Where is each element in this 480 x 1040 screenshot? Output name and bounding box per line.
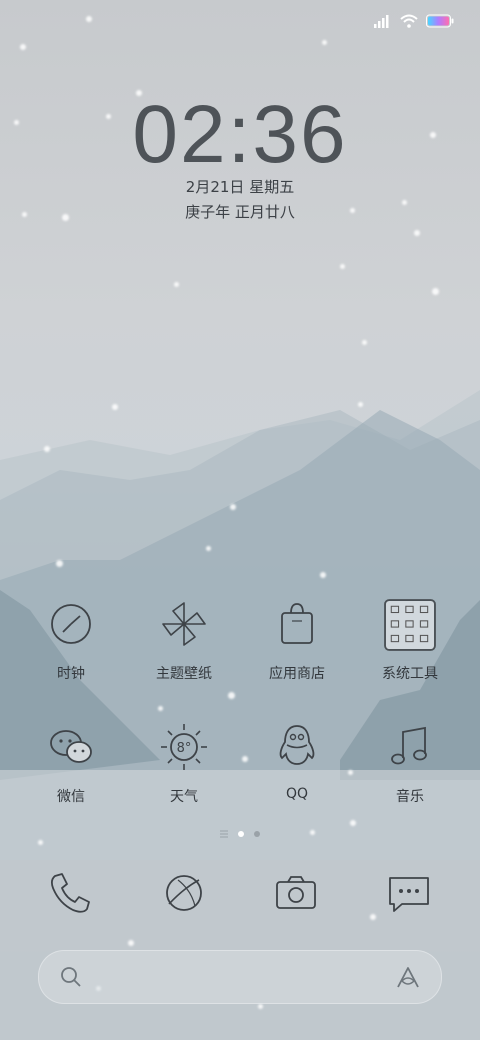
weather-sun-icon: 8° bbox=[161, 724, 207, 770]
app-label: QQ bbox=[285, 786, 309, 802]
wifi-icon bbox=[400, 14, 418, 28]
store-bag-icon bbox=[281, 603, 313, 644]
app-label: 应用商店 bbox=[269, 666, 325, 682]
snowflake bbox=[206, 546, 211, 551]
snowflake bbox=[158, 706, 163, 711]
app-music[interactable]: 音乐 bbox=[355, 722, 465, 806]
assistant-icon[interactable] bbox=[395, 965, 421, 989]
snowflake bbox=[320, 572, 326, 578]
theme-icon bbox=[162, 602, 206, 646]
snowflake bbox=[230, 504, 236, 510]
music-note-icon bbox=[391, 726, 427, 765]
snowflake bbox=[20, 44, 26, 50]
snowflake bbox=[86, 16, 92, 22]
snowflake bbox=[112, 404, 118, 410]
dock-messages[interactable] bbox=[386, 870, 432, 920]
signal-icon bbox=[374, 15, 389, 28]
app-store[interactable]: 应用商店 bbox=[242, 599, 352, 683]
qq-penguin-icon bbox=[279, 725, 315, 765]
snowflake bbox=[258, 1004, 263, 1009]
browser-icon bbox=[166, 875, 202, 911]
app-wechat[interactable]: 微信 bbox=[16, 722, 126, 806]
app-weather[interactable]: 8° 天气 bbox=[129, 722, 239, 806]
dock-camera[interactable] bbox=[273, 870, 319, 920]
folder-icon bbox=[384, 599, 436, 651]
snowflake bbox=[340, 264, 345, 269]
dock-phone[interactable] bbox=[47, 870, 93, 920]
snowflake bbox=[350, 820, 356, 826]
page-dot-active[interactable] bbox=[238, 831, 244, 837]
snowflake bbox=[38, 840, 43, 845]
search-bar[interactable] bbox=[38, 950, 442, 1004]
battery-icon bbox=[426, 14, 454, 28]
snowflake bbox=[322, 40, 327, 45]
app-clock[interactable]: 时钟 bbox=[16, 599, 126, 683]
time-display[interactable]: 02:36 bbox=[0, 88, 480, 182]
page-menu-icon bbox=[220, 830, 228, 838]
snowflake bbox=[228, 692, 235, 699]
app-label: 音乐 bbox=[396, 789, 424, 805]
camera-icon bbox=[276, 876, 316, 909]
snowflake bbox=[370, 914, 376, 920]
app-qq[interactable]: QQ bbox=[242, 722, 352, 802]
app-label: 时钟 bbox=[57, 666, 85, 682]
messages-icon bbox=[389, 877, 429, 912]
lunar-date-display: 庚子年 正月廿八 bbox=[185, 203, 295, 221]
wechat-icon bbox=[50, 730, 92, 763]
snowflake bbox=[432, 288, 439, 295]
phone-icon bbox=[50, 873, 90, 913]
app-theme[interactable]: 主题壁纸 bbox=[129, 599, 239, 683]
snowflake bbox=[362, 340, 367, 345]
date-display: 2月21日 星期五 bbox=[185, 178, 295, 196]
status-bar bbox=[374, 10, 454, 32]
app-label: 主题壁纸 bbox=[156, 666, 212, 682]
snowflake bbox=[56, 560, 63, 567]
clock-icon bbox=[51, 604, 91, 644]
dock-browser[interactable] bbox=[161, 870, 207, 920]
snowflake bbox=[174, 282, 179, 287]
app-label: 天气 bbox=[170, 789, 198, 805]
snowflake bbox=[44, 446, 50, 452]
page-indicator[interactable] bbox=[0, 830, 480, 838]
weather-temp-text: 8° bbox=[177, 741, 192, 756]
page-dot[interactable] bbox=[254, 831, 260, 837]
snowflake bbox=[358, 402, 363, 407]
snowflake bbox=[414, 230, 420, 236]
search-icon[interactable] bbox=[59, 965, 83, 989]
app-label: 微信 bbox=[57, 789, 85, 805]
app-folder-system-tools[interactable]: 系统工具 bbox=[355, 599, 465, 683]
snowflake bbox=[128, 940, 134, 946]
app-label: 系统工具 bbox=[382, 666, 438, 682]
